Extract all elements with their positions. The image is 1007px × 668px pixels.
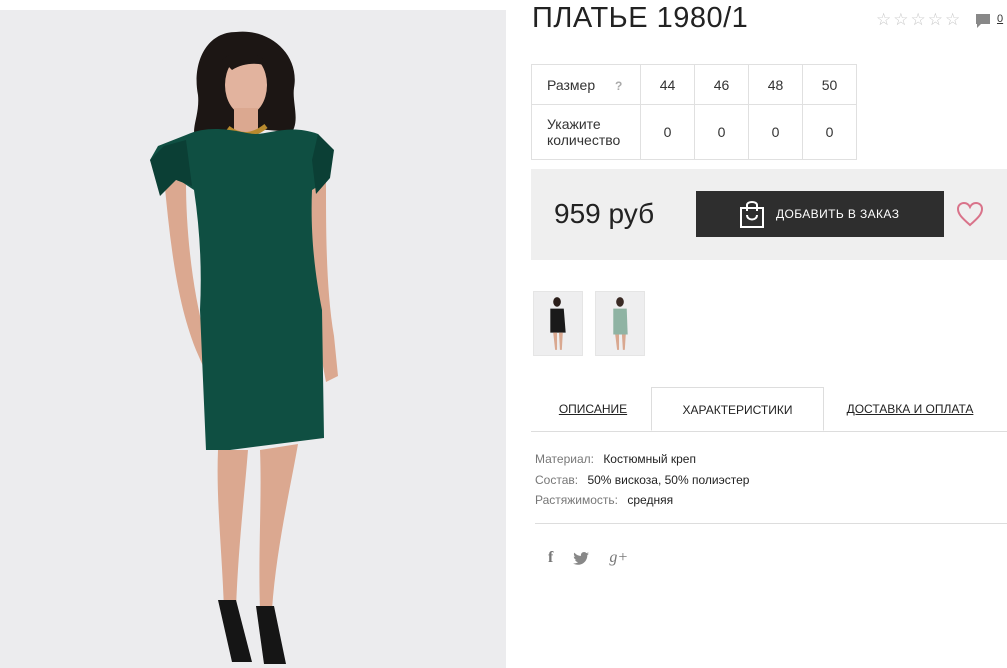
product-title: ПЛАТЬЕ 1980/1 bbox=[532, 2, 749, 34]
shopping-bag-icon bbox=[740, 201, 764, 228]
size-cell: 44 bbox=[640, 64, 695, 105]
spec-row: Растяжимость: средняя bbox=[535, 490, 749, 511]
comments-count[interactable]: 0 bbox=[997, 13, 1003, 25]
add-to-order-label: ДОБАВИТЬ В ЗАКАЗ bbox=[776, 207, 900, 221]
specs-list: Материал: Костюмный креп Состав: 50% вис… bbox=[535, 449, 749, 511]
size-label: Размер bbox=[547, 76, 596, 93]
comment-icon bbox=[976, 14, 990, 28]
thumbnail-image bbox=[596, 292, 644, 355]
spec-value: Костюмный креп bbox=[603, 452, 696, 466]
spec-value: средняя bbox=[627, 493, 674, 507]
spec-key: Материал: bbox=[535, 452, 594, 466]
spec-row: Состав: 50% вискоза, 50% полиэстер bbox=[535, 470, 749, 491]
thumbnail-mint[interactable] bbox=[595, 291, 645, 356]
quantity-input[interactable]: 0 bbox=[802, 104, 857, 160]
tab-description[interactable]: ОПИСАНИЕ bbox=[543, 387, 643, 431]
star-icon[interactable]: ☆ bbox=[911, 11, 926, 28]
size-cell: 46 bbox=[694, 64, 749, 105]
quantity-label-cell: Укажите количество bbox=[531, 104, 641, 160]
info-tabs: ОПИСАНИЕ ХАРАКТЕРИСТИКИ ДОСТАВКА И ОПЛАТ… bbox=[531, 387, 1007, 432]
price: 959 руб bbox=[554, 198, 655, 229]
quantity-input[interactable]: 0 bbox=[640, 104, 695, 160]
product-main-image[interactable] bbox=[0, 10, 506, 668]
star-icon[interactable]: ☆ bbox=[945, 11, 960, 28]
size-cell: 48 bbox=[748, 64, 803, 105]
spec-key: Растяжимость: bbox=[535, 493, 619, 507]
quantity-label-line2: количество bbox=[547, 132, 621, 148]
size-label-cell: Размер ? bbox=[531, 64, 641, 105]
size-row: Размер ? 44 46 48 50 bbox=[531, 64, 857, 105]
star-icon[interactable]: ☆ bbox=[893, 11, 908, 28]
add-to-order-button[interactable]: ДОБАВИТЬ В ЗАКАЗ bbox=[696, 191, 944, 237]
comments-link[interactable]: 0 bbox=[975, 13, 1003, 29]
tab-characteristics[interactable]: ХАРАКТЕРИСТИКИ bbox=[651, 387, 824, 431]
heart-icon[interactable] bbox=[956, 201, 984, 227]
quantity-row: Укажите количество 0 0 0 0 bbox=[531, 104, 857, 160]
thumbnail-black[interactable] bbox=[533, 291, 583, 356]
facebook-icon[interactable]: f bbox=[548, 549, 553, 567]
size-table: Размер ? 44 46 48 50 Укажите количество … bbox=[531, 64, 857, 160]
size-cell: 50 bbox=[802, 64, 857, 105]
star-icon[interactable]: ☆ bbox=[876, 11, 891, 28]
twitter-icon[interactable] bbox=[573, 551, 590, 565]
quantity-input[interactable]: 0 bbox=[748, 104, 803, 160]
buy-box: 959 руб ДОБАВИТЬ В ЗАКАЗ bbox=[531, 169, 1007, 260]
thumbnail-image bbox=[534, 292, 582, 355]
tab-delivery-payment[interactable]: ДОСТАВКА И ОПЛАТА bbox=[836, 387, 984, 431]
thumbnail-strip bbox=[533, 291, 645, 356]
size-help-icon[interactable]: ? bbox=[615, 79, 622, 93]
google-plus-icon[interactable]: g+ bbox=[609, 549, 628, 567]
section-divider bbox=[535, 523, 1007, 524]
spec-row: Материал: Костюмный креп bbox=[535, 449, 749, 470]
spec-value: 50% вискоза, 50% полиэстер bbox=[587, 472, 750, 487]
spec-key: Состав: bbox=[535, 472, 579, 487]
quantity-input[interactable]: 0 bbox=[694, 104, 749, 160]
star-icon[interactable]: ☆ bbox=[928, 11, 943, 28]
rating-stars[interactable]: ☆ ☆ ☆ ☆ ☆ bbox=[876, 11, 960, 28]
model-photo bbox=[0, 10, 506, 668]
quantity-label-line1: Укажите bbox=[547, 116, 601, 132]
social-share: f g+ bbox=[548, 549, 628, 567]
